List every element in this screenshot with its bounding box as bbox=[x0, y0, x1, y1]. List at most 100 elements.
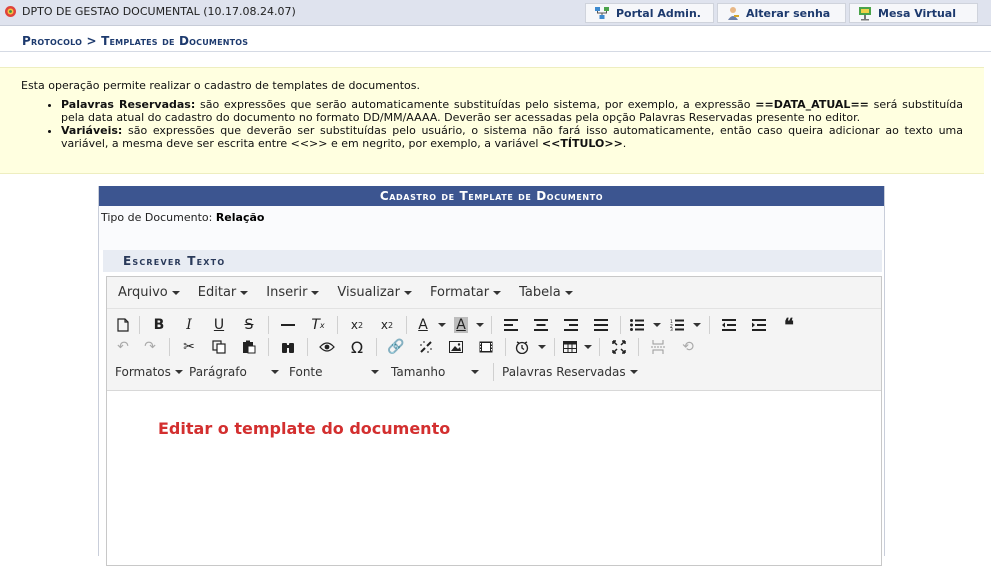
media-icon[interactable] bbox=[471, 336, 501, 358]
toolbar-separator bbox=[376, 338, 377, 356]
indent-icon[interactable] bbox=[744, 314, 774, 336]
numbered-list-icon[interactable]: 123 bbox=[665, 314, 689, 336]
size-label: Tamanho bbox=[391, 365, 446, 379]
info-text: são expressões que serão automaticamente… bbox=[195, 98, 756, 111]
alterar-senha-label: Alterar senha bbox=[746, 6, 831, 20]
bullet-list-dropdown-icon[interactable] bbox=[649, 314, 665, 336]
info-code: <<TÍTULO>> bbox=[541, 137, 623, 150]
reserved-words-label: Palavras Reservadas bbox=[502, 365, 626, 379]
undo-icon[interactable]: ↶ bbox=[111, 336, 135, 358]
redo-icon[interactable]: ↷ bbox=[135, 336, 165, 358]
new-document-icon[interactable] bbox=[111, 314, 135, 336]
menu-formatar[interactable]: Formatar bbox=[421, 285, 510, 300]
tipo-documento-label: Tipo de Documento: bbox=[101, 211, 213, 224]
menu-label: Editar bbox=[197, 285, 237, 300]
toolbar-separator bbox=[554, 338, 555, 356]
link-icon[interactable]: 🔗 bbox=[381, 336, 411, 358]
superscript-icon[interactable]: x2 bbox=[372, 314, 402, 336]
text-color-dropdown-icon[interactable] bbox=[435, 314, 449, 336]
insert-datetime-icon[interactable] bbox=[510, 336, 534, 358]
toolbar-separator bbox=[337, 316, 338, 334]
align-center-icon[interactable] bbox=[526, 314, 556, 336]
paste-icon[interactable] bbox=[234, 336, 264, 358]
menu-visualizar[interactable]: Visualizar bbox=[328, 285, 421, 300]
caret-down-icon bbox=[403, 290, 412, 295]
menu-label: Inserir bbox=[266, 285, 308, 300]
size-dropdown[interactable]: Tamanho bbox=[389, 365, 489, 379]
toolbar-row-3: Formatos Parágrafo Fonte Tamanho Palavra… bbox=[115, 361, 638, 383]
paragraph-dropdown[interactable]: Parágrafo bbox=[189, 365, 289, 379]
info-term: Palavras Reservadas: bbox=[61, 98, 196, 111]
align-right-icon[interactable] bbox=[556, 314, 586, 336]
toolbar-separator bbox=[493, 363, 494, 381]
align-left-icon[interactable] bbox=[496, 314, 526, 336]
horizontal-rule-icon[interactable] bbox=[273, 314, 303, 336]
font-label: Fonte bbox=[289, 365, 323, 379]
toolbar-separator bbox=[268, 338, 269, 356]
template-form-panel: Cadastro de Template de Documento Tipo d… bbox=[98, 186, 885, 566]
toolbar-separator bbox=[139, 316, 140, 334]
unit-label: DPTO DE GESTAO DOCUMENTAL (10.17.08.24.0… bbox=[4, 5, 296, 18]
bold-icon[interactable]: B bbox=[144, 314, 174, 336]
caret-down-icon bbox=[629, 370, 638, 374]
toolbar-separator bbox=[268, 316, 269, 334]
breadcrumb: Protocolo > Templates de Documentos bbox=[22, 34, 249, 48]
image-icon[interactable] bbox=[441, 336, 471, 358]
caret-down-icon bbox=[171, 290, 180, 295]
copy-icon[interactable] bbox=[204, 336, 234, 358]
unlink-icon[interactable] bbox=[411, 336, 441, 358]
menu-editar[interactable]: Editar bbox=[189, 285, 258, 300]
editor-content-area[interactable]: Editar o template do documento bbox=[107, 391, 881, 561]
italic-icon[interactable]: I bbox=[174, 314, 204, 336]
find-replace-icon[interactable] bbox=[273, 336, 303, 358]
outdent-icon[interactable] bbox=[714, 314, 744, 336]
toolbar-separator bbox=[491, 316, 492, 334]
alterar-senha-button[interactable]: Alterar senha bbox=[717, 3, 846, 23]
bullet-list-icon[interactable] bbox=[625, 314, 649, 336]
info-list: Palavras Reservadas: são expressões que … bbox=[21, 98, 963, 150]
preview-icon[interactable] bbox=[312, 336, 342, 358]
mesa-virtual-button[interactable]: Mesa Virtual bbox=[849, 3, 978, 23]
toolbar-separator bbox=[505, 338, 506, 356]
info-item-palavras: Palavras Reservadas: são expressões que … bbox=[61, 98, 963, 124]
align-justify-icon[interactable] bbox=[586, 314, 616, 336]
menu-label: Visualizar bbox=[337, 285, 400, 300]
caret-down-icon bbox=[240, 290, 249, 295]
strikethrough-icon[interactable]: S bbox=[234, 314, 264, 336]
caret-down-icon bbox=[174, 370, 183, 374]
page-break-icon[interactable] bbox=[643, 336, 673, 358]
clear-format-icon[interactable]: Tx bbox=[303, 314, 333, 336]
caret-down-icon bbox=[471, 370, 479, 374]
datetime-dropdown-icon[interactable] bbox=[534, 336, 550, 358]
fullscreen-icon[interactable] bbox=[604, 336, 634, 358]
menu-tabela[interactable]: Tabela bbox=[510, 285, 582, 300]
editor-content-text[interactable]: Editar o template do documento bbox=[158, 419, 450, 438]
portal-admin-label: Portal Admin. bbox=[616, 6, 701, 20]
background-color-icon[interactable]: A bbox=[449, 314, 473, 336]
underline-icon[interactable]: U bbox=[204, 314, 234, 336]
desk-icon bbox=[859, 6, 871, 20]
blockquote-icon[interactable]: ❝ bbox=[774, 314, 804, 336]
reserved-words-dropdown[interactable]: Palavras Reservadas bbox=[498, 365, 638, 379]
rich-text-editor: Arquivo Editar Inserir Visualizar Format… bbox=[106, 276, 882, 566]
toolbar-separator bbox=[620, 316, 621, 334]
subscript-icon[interactable]: x2 bbox=[342, 314, 372, 336]
formats-dropdown[interactable]: Formatos bbox=[115, 365, 189, 379]
toolbar-row-2: ↶ ↷ ✂ Ω 🔗 ⟲ bbox=[111, 336, 703, 358]
cut-icon[interactable]: ✂ bbox=[174, 336, 204, 358]
svg-text:3: 3 bbox=[670, 327, 673, 331]
table-icon[interactable] bbox=[559, 336, 581, 358]
menu-arquivo[interactable]: Arquivo bbox=[109, 285, 189, 300]
portal-admin-button[interactable]: Portal Admin. bbox=[585, 3, 714, 23]
font-dropdown[interactable]: Fonte bbox=[289, 365, 389, 379]
menu-inserir[interactable]: Inserir bbox=[257, 285, 328, 300]
info-term: Variáveis: bbox=[61, 124, 123, 137]
restore-draft-icon[interactable]: ⟲ bbox=[673, 336, 703, 358]
numbered-list-dropdown-icon[interactable] bbox=[689, 314, 705, 336]
table-dropdown-icon[interactable] bbox=[581, 336, 595, 358]
special-char-icon[interactable]: Ω bbox=[342, 336, 372, 358]
caret-down-icon bbox=[271, 370, 279, 374]
background-color-dropdown-icon[interactable] bbox=[473, 314, 487, 336]
info-intro: Esta operação permite realizar o cadastr… bbox=[21, 79, 420, 92]
text-color-icon[interactable]: A bbox=[411, 314, 435, 336]
